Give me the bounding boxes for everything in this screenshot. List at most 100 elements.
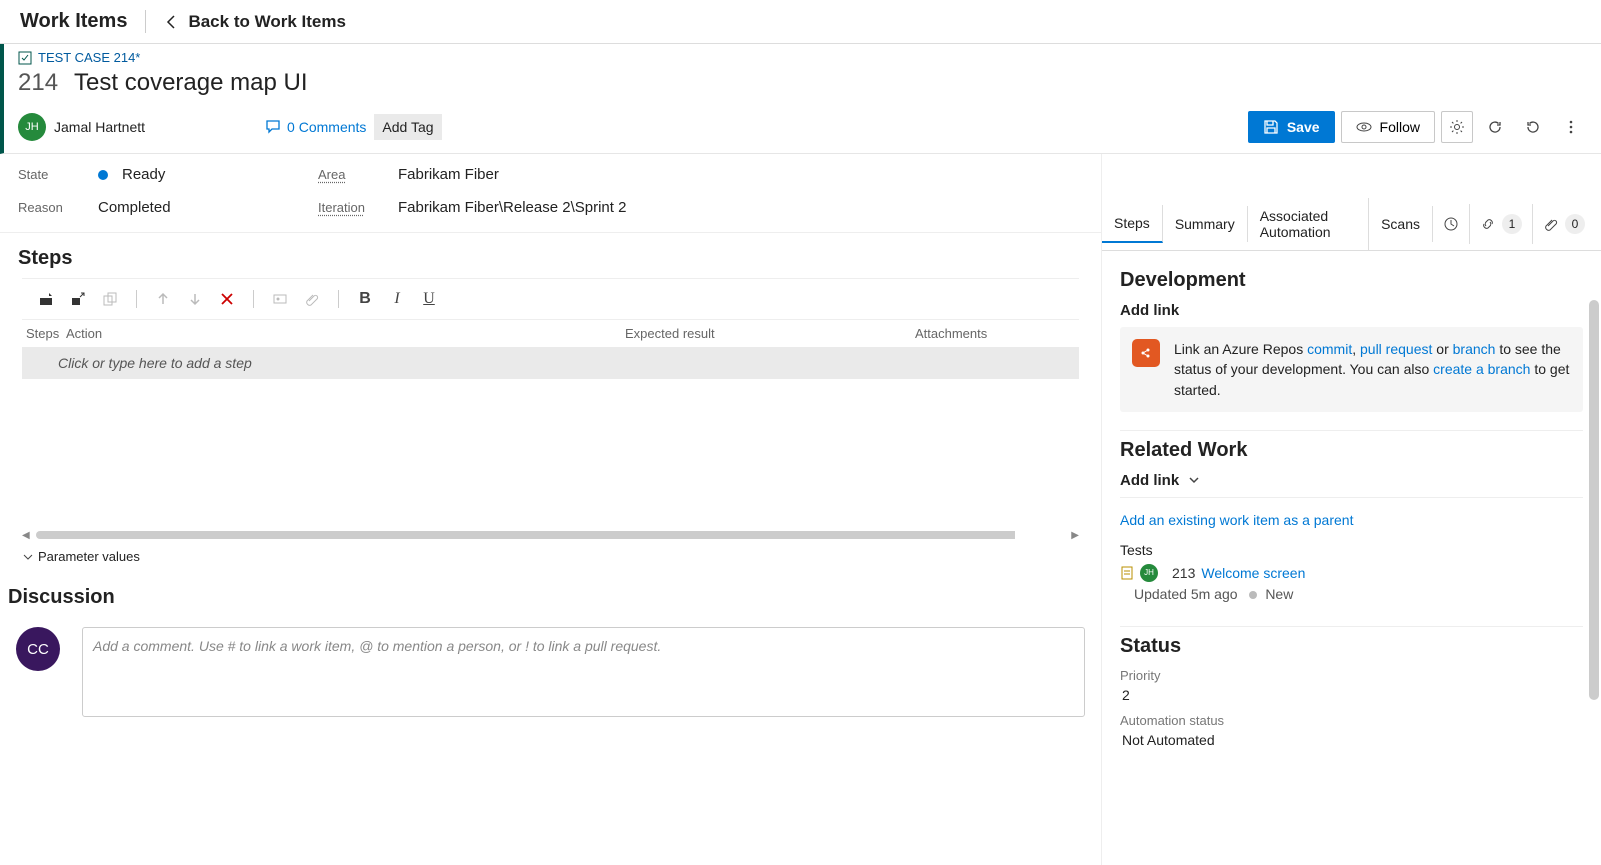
top-bar: Work Items Back to Work Items: [0, 0, 1601, 44]
branch-link[interactable]: branch: [1453, 341, 1496, 357]
area-value[interactable]: Fabrikam Fiber: [398, 166, 499, 183]
assignee-avatar[interactable]: JH: [18, 113, 46, 141]
add-link-label: Add link: [1120, 472, 1179, 489]
underline-button[interactable]: U: [415, 285, 443, 313]
parameter-values-label: Parameter values: [38, 549, 140, 564]
tab-scans[interactable]: Scans: [1369, 206, 1433, 242]
tab-summary[interactable]: Summary: [1163, 206, 1248, 242]
revert-button[interactable]: [1517, 111, 1549, 143]
fields-row-1: State Ready Area Fabrikam Fiber: [0, 154, 1101, 187]
shared-icon: [103, 292, 117, 306]
git-icon: [1132, 339, 1160, 367]
back-link[interactable]: Back to Work Items: [164, 12, 345, 32]
workitem-title[interactable]: Test coverage map UI: [74, 69, 307, 97]
area-label: Area: [318, 167, 398, 182]
development-heading: Development: [1120, 269, 1583, 292]
col-action: Action: [66, 326, 625, 341]
steps-table: Steps Action Expected result Attachments…: [22, 320, 1079, 379]
scroll-right-icon[interactable]: ▶: [1071, 530, 1079, 541]
insert-step-icon: [39, 292, 53, 306]
workitem-breadcrumb: TEST CASE 214*: [0, 44, 1601, 67]
tab-associated-automation[interactable]: Associated Automation: [1248, 198, 1369, 250]
add-tag-button[interactable]: Add Tag: [374, 114, 441, 140]
save-button[interactable]: Save: [1248, 111, 1335, 143]
create-branch-link[interactable]: create a branch: [1433, 361, 1530, 377]
title-row: 214 Test coverage map UI: [0, 67, 1601, 105]
test-name-link[interactable]: Welcome screen: [1201, 565, 1305, 581]
reason-value[interactable]: Completed: [98, 199, 171, 216]
chevron-down-icon: [1187, 473, 1201, 487]
settings-button[interactable]: [1441, 111, 1473, 143]
col-attachments: Attachments: [915, 326, 1075, 341]
follow-label: Follow: [1380, 119, 1420, 135]
reason-label: Reason: [18, 200, 98, 215]
shared-steps-button: [96, 285, 124, 313]
discussion-section: Discussion CC Add a comment. Use # to li…: [0, 572, 1101, 727]
attachment-icon: [1543, 216, 1559, 232]
iteration-value[interactable]: Fabrikam Fiber\Release 2\Sprint 2: [398, 199, 626, 216]
meta-row: JH Jamal Hartnett 0 Comments Add Tag Sav…: [0, 105, 1601, 154]
workitem-id: 214: [18, 69, 58, 97]
attachment-icon: [305, 292, 319, 306]
development-add-link[interactable]: Add link: [1120, 302, 1583, 319]
more-actions-button[interactable]: [1555, 111, 1587, 143]
automation-status-label: Automation status: [1120, 713, 1583, 728]
tab-history[interactable]: [1433, 204, 1470, 244]
chevron-down-icon: [22, 551, 34, 563]
development-card: Link an Azure Repos commit, pull request…: [1120, 327, 1583, 412]
attachments-count: 0: [1565, 214, 1585, 234]
param-button: [266, 285, 294, 313]
pull-request-link[interactable]: pull request: [1360, 341, 1432, 357]
related-test-item[interactable]: JH 213 Welcome screen: [1120, 564, 1583, 582]
workitem-type-link[interactable]: TEST CASE 214*: [38, 50, 140, 65]
parameter-values-toggle[interactable]: Parameter values: [22, 549, 1079, 564]
state-label: State: [18, 167, 98, 182]
col-expected: Expected result: [625, 326, 915, 341]
priority-value[interactable]: 2: [1120, 687, 1583, 703]
commit-link[interactable]: commit: [1307, 341, 1352, 357]
italic-button[interactable]: I: [383, 285, 411, 313]
eye-icon: [1356, 119, 1372, 135]
scrollbar-track[interactable]: [36, 531, 1066, 539]
state-value[interactable]: Ready: [122, 166, 165, 183]
assignee-name[interactable]: Jamal Hartnett: [54, 119, 145, 135]
param-icon: [273, 292, 287, 306]
comment-input[interactable]: Add a comment. Use # to link a work item…: [82, 627, 1085, 717]
steps-heading: Steps: [0, 233, 1101, 278]
development-text: Link an Azure Repos commit, pull request…: [1174, 339, 1571, 400]
move-up-button: [149, 285, 177, 313]
steps-table-header: Steps Action Expected result Attachments: [22, 320, 1079, 347]
links-count: 1: [1502, 214, 1522, 234]
insert-shared-icon: [71, 292, 85, 306]
current-user-avatar: CC: [16, 627, 60, 671]
vertical-scrollbar[interactable]: [1589, 300, 1599, 700]
priority-label: Priority: [1120, 668, 1583, 683]
test-owner-avatar: JH: [1140, 564, 1158, 582]
gear-icon: [1449, 119, 1465, 135]
automation-status-value[interactable]: Not Automated: [1120, 732, 1583, 748]
right-column: Steps Summary Associated Automation Scan…: [1101, 154, 1601, 865]
refresh-button[interactable]: [1479, 111, 1511, 143]
undo-icon: [1525, 119, 1541, 135]
insert-step-button[interactable]: [32, 285, 60, 313]
tab-steps[interactable]: Steps: [1102, 205, 1163, 243]
insert-shared-button[interactable]: [64, 285, 92, 313]
tab-links[interactable]: 1: [1470, 204, 1533, 244]
save-icon: [1263, 119, 1279, 135]
tab-attachments[interactable]: 0: [1533, 204, 1595, 244]
steps-placeholder[interactable]: Click or type here to add a step: [22, 347, 1079, 379]
follow-button[interactable]: Follow: [1341, 111, 1435, 143]
iteration-label: Iteration: [318, 200, 398, 215]
content: State Ready Area Fabrikam Fiber Reason C…: [0, 154, 1601, 865]
history-icon: [1443, 216, 1459, 232]
arrow-down-icon: [188, 292, 202, 306]
delete-step-button[interactable]: [213, 285, 241, 313]
horizontal-scrollbar[interactable]: ◀ ▶: [22, 529, 1079, 541]
right-tabs: Steps Summary Associated Automation Scan…: [1102, 198, 1601, 251]
comments-link[interactable]: 0 Comments: [265, 119, 366, 135]
bold-button[interactable]: B: [351, 285, 379, 313]
tests-subheading: Tests: [1120, 542, 1583, 558]
add-parent-link[interactable]: Add an existing work item as a parent: [1120, 506, 1583, 534]
related-add-link[interactable]: Add link: [1120, 472, 1583, 489]
scroll-left-icon[interactable]: ◀: [22, 530, 30, 541]
